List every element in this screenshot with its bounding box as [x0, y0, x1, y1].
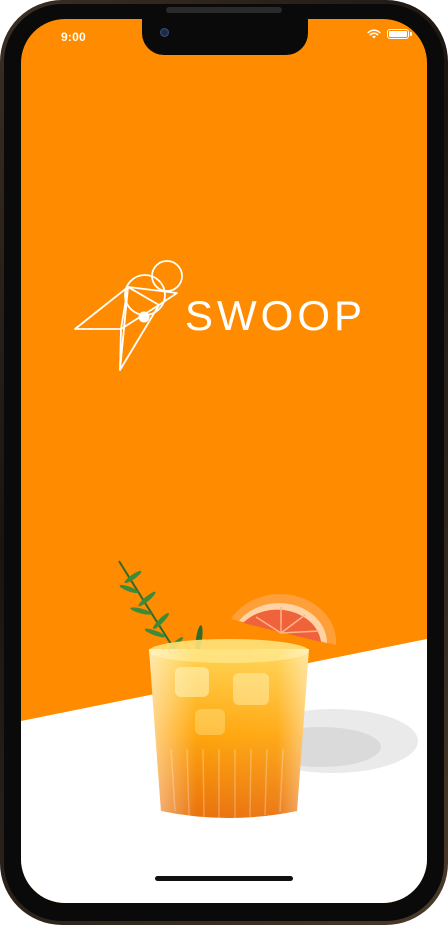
- wifi-icon: [367, 29, 381, 39]
- battery-icon: [387, 29, 412, 39]
- notch: [142, 19, 308, 55]
- status-icons: [367, 29, 412, 39]
- home-indicator[interactable]: [155, 876, 293, 881]
- cocktail-image: [118, 560, 337, 818]
- splash-screen: 9:00 SWOOP: [21, 19, 427, 903]
- battery-level: [389, 31, 407, 37]
- brand-name: SWOOP: [185, 292, 367, 339]
- phone-frame: 9:00 SWOOP: [0, 0, 448, 925]
- earpiece-speaker: [166, 7, 282, 13]
- front-camera: [160, 28, 169, 37]
- bird-logo-icon: [74, 260, 183, 371]
- status-time: 9:00: [61, 30, 86, 44]
